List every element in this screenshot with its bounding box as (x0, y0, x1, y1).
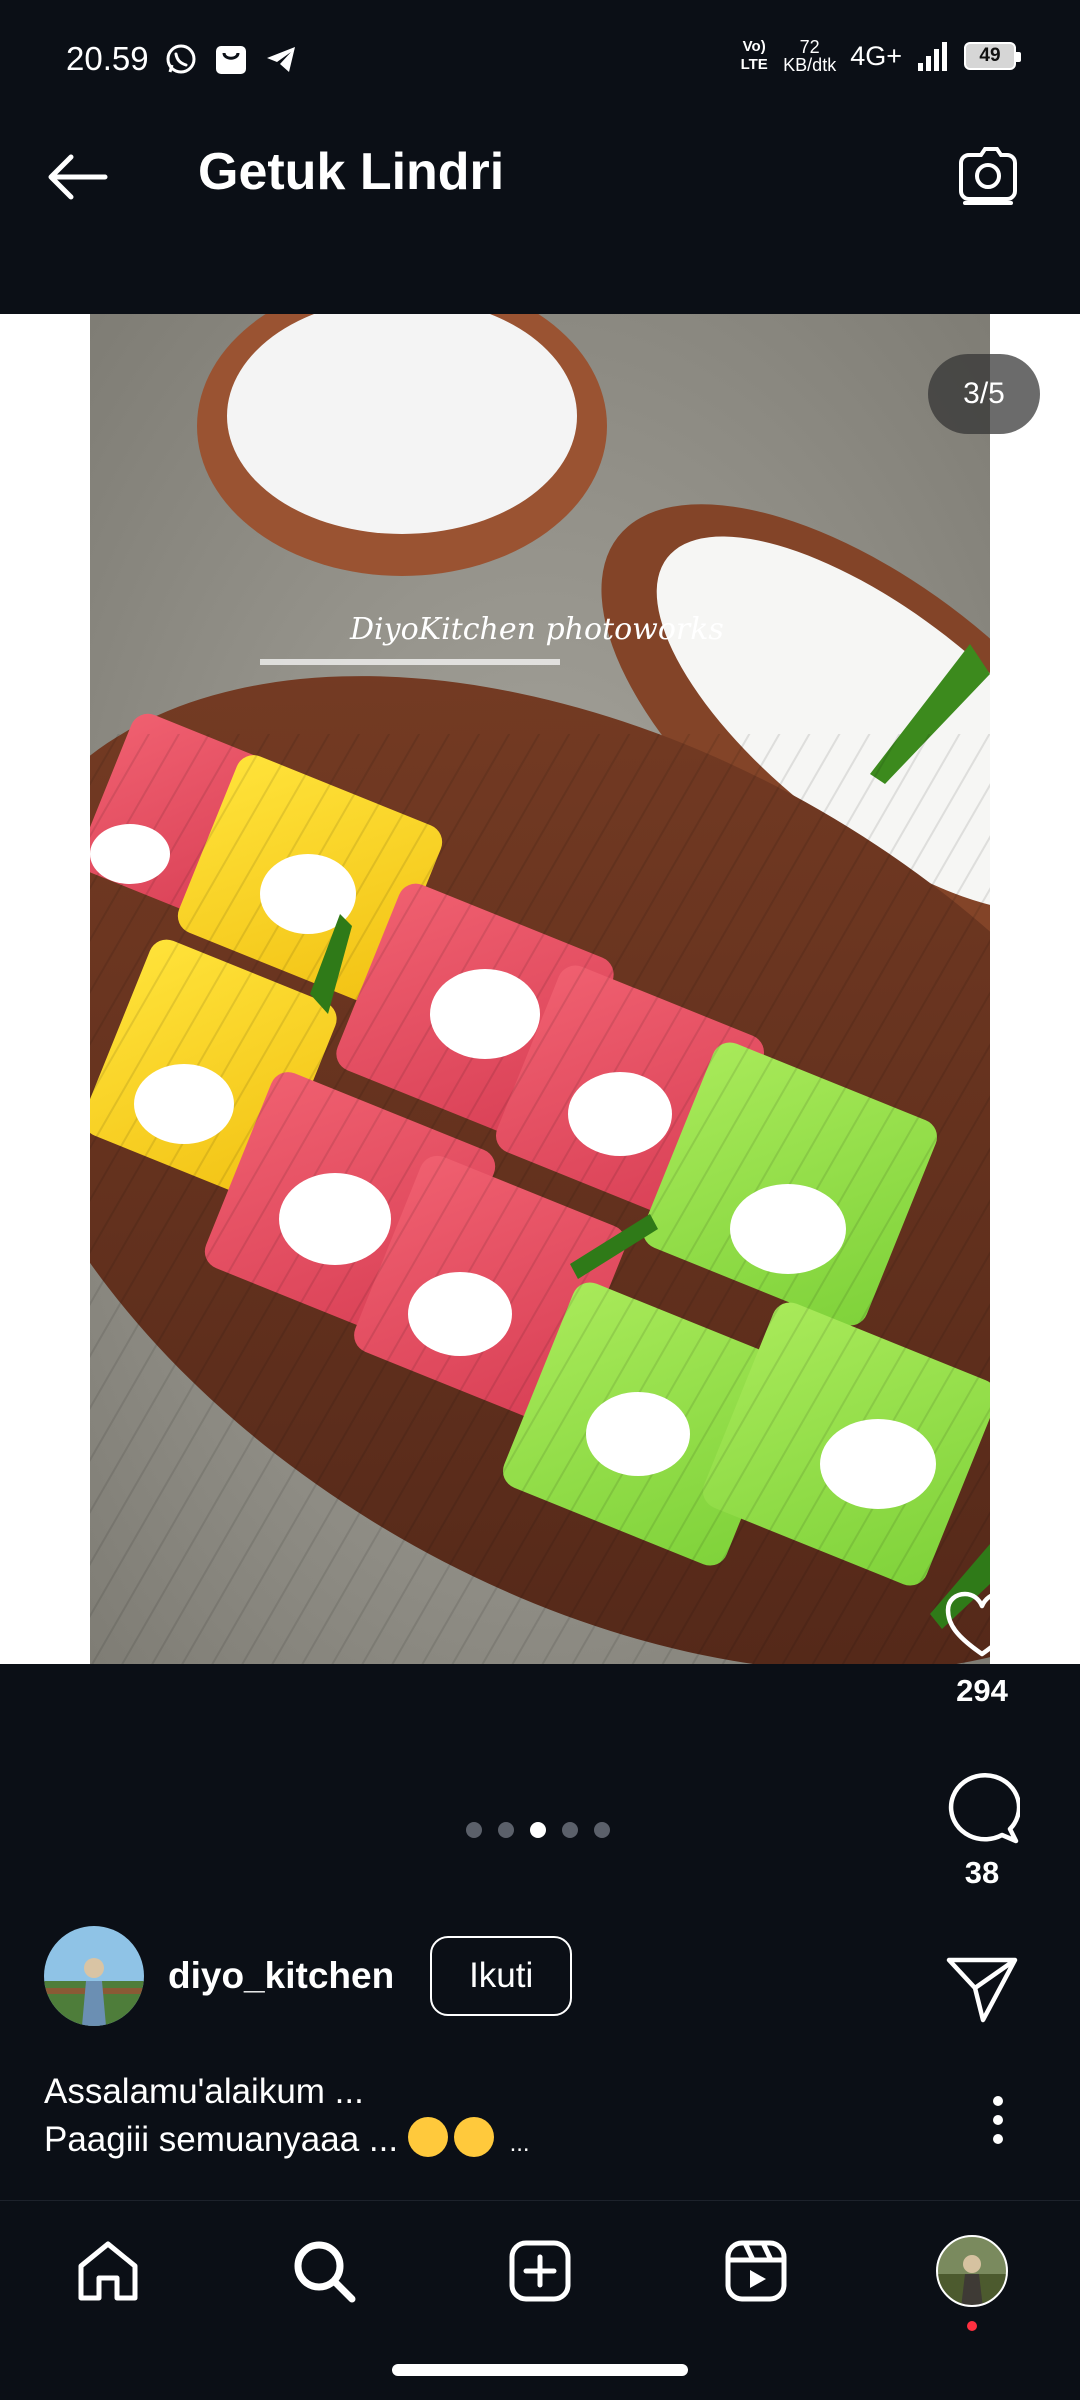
like-button[interactable] (942, 1585, 1022, 1665)
carousel-dot (594, 1822, 610, 1838)
carousel-indicator (466, 1822, 610, 1838)
signal-icon (918, 42, 947, 71)
home-icon (78, 2241, 138, 2301)
profile-notification-dot (967, 2321, 977, 2331)
network-type: 4G+ (850, 40, 902, 71)
smiling-face-with-hearts-icon (407, 2117, 448, 2157)
page-title: Getuk Lindri (198, 143, 505, 201)
status-system: Vo) LTE 72 KB/dtk 4G+ 49 (739, 38, 1021, 74)
create-icon (509, 2240, 571, 2302)
battery-level: 49 (979, 45, 1001, 66)
caption-line-1: Assalamu'alaikum ... (44, 2072, 364, 2111)
getuk-lindri-photo: DiyoKitchen photoworks (90, 314, 990, 1664)
nav-home[interactable] (68, 2231, 148, 2311)
back-button[interactable] (38, 142, 116, 212)
author-username[interactable]: diyo_kitchen (168, 1955, 394, 1997)
nav-reels[interactable] (716, 2231, 796, 2311)
data-speed-unit: KB/dtk (783, 55, 837, 75)
data-speed: 72 KB/dtk (783, 38, 836, 74)
camera-button[interactable] (948, 136, 1028, 216)
comment-count: 38 (964, 1855, 1000, 1890)
photo-watermark: DiyoKitchen photoworks (349, 612, 724, 647)
author-avatar[interactable] (44, 1926, 144, 2026)
like-count: 294 (956, 1673, 1008, 1708)
status-notifications (164, 42, 298, 76)
status-bar: 20.59 Vo) LTE 72 KB/dtk 4G+ 49 (0, 0, 1080, 92)
heart-icon (945, 1591, 1019, 1657)
search-icon (294, 2241, 356, 2303)
nav-search[interactable] (284, 2231, 364, 2311)
telegram-icon (267, 47, 295, 72)
nav-create[interactable] (500, 2231, 580, 2311)
carousel-dot-active (530, 1822, 546, 1838)
home-indicator[interactable] (392, 2364, 688, 2376)
nav-profile[interactable] (932, 2231, 1012, 2311)
profile-avatar (936, 2235, 1008, 2307)
follow-button[interactable]: Ikuti (430, 1936, 573, 2016)
post-author: diyo_kitchen Ikuti (44, 1926, 573, 2026)
more-vertical-icon (993, 2096, 1003, 2144)
reels-icon (725, 2240, 787, 2302)
send-icon (946, 1957, 1018, 2023)
image-counter: 3/5 (928, 354, 1040, 434)
comment-button[interactable] (942, 1767, 1022, 1847)
more-options-button[interactable] (978, 2090, 1018, 2150)
carousel-dot (498, 1822, 514, 1838)
lte-indicator: Vo) LTE (740, 38, 768, 73)
post-caption[interactable]: Assalamu'alaikum ... Paagiii semuanyaaa … (44, 2068, 530, 2168)
whatsapp-icon (166, 44, 196, 74)
hugging-face-icon (453, 2117, 494, 2157)
comment-icon (948, 1773, 1020, 1844)
carousel-dot (562, 1822, 578, 1838)
shop-bag-icon (216, 46, 246, 74)
arrow-left-icon (48, 154, 108, 200)
caption-more-indicator: ... (509, 2130, 530, 2157)
data-speed-value: 72 (799, 37, 820, 57)
post-photo: DiyoKitchen photoworks (90, 314, 990, 1664)
camera-icon (959, 147, 1017, 205)
battery-icon: 49 (964, 42, 1021, 70)
share-button[interactable] (942, 1949, 1022, 2029)
carousel-dot (466, 1822, 482, 1838)
caption-line-2-text: Paagiii semuanyaaa ... (44, 2120, 399, 2159)
caption-line-2: Paagiii semuanyaaa ... ... (44, 2116, 530, 2168)
post-media[interactable]: DiyoKitchen photoworks 3/5 (0, 314, 1080, 1664)
post-actions: 294 38 (912, 1585, 1052, 2029)
top-bar: Getuk Lindri (0, 92, 1080, 314)
status-time: 20.59 (66, 40, 149, 77)
